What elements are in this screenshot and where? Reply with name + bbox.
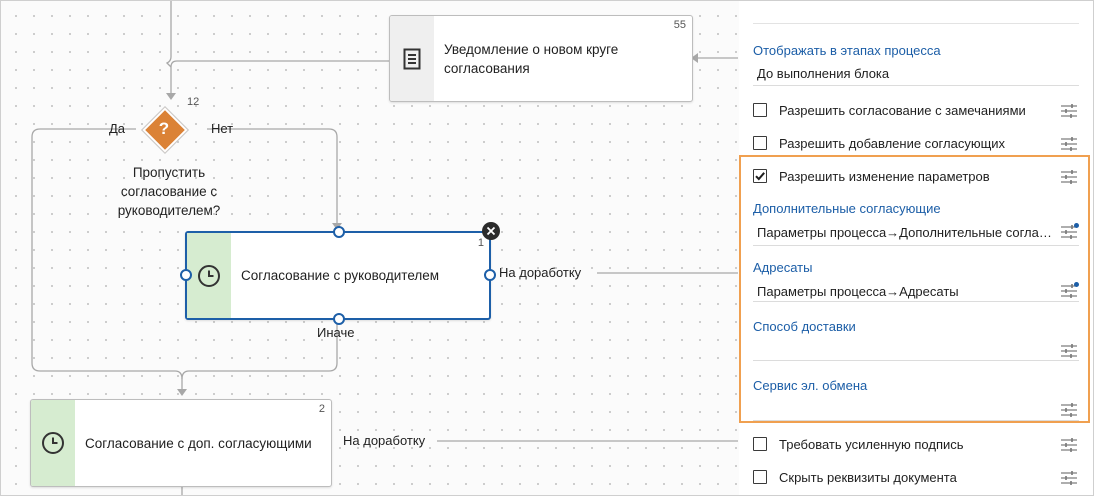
hide-doc-details-row[interactable]: Скрыть реквизиты документа bbox=[753, 467, 1079, 487]
port-right[interactable] bbox=[484, 269, 496, 281]
bottom-rework-label: На доработку bbox=[343, 433, 426, 448]
node-number: 1 bbox=[477, 237, 484, 249]
node-icon-strip bbox=[187, 233, 231, 318]
node-additional-approval[interactable]: Согласование с доп. согласующими 2 bbox=[30, 399, 332, 487]
wire-else bbox=[181, 321, 338, 380]
clock-icon bbox=[42, 432, 64, 454]
node-icon-strip bbox=[31, 400, 75, 486]
settings-sliders-icon[interactable] bbox=[1061, 137, 1077, 151]
settings-sliders-icon[interactable] bbox=[1061, 104, 1077, 118]
question-mark-icon: ? bbox=[158, 119, 170, 138]
hide-doc-details-checkbox[interactable] bbox=[753, 470, 767, 484]
checkbox-label: Разрешить добавление согласующих bbox=[779, 135, 1006, 151]
wire-notify-to-decision bbox=[170, 60, 389, 93]
checkbox-label: Требовать усиленную подпись bbox=[779, 436, 964, 452]
arrow-bottom bbox=[177, 389, 187, 396]
field-label: Отображать в этапах процесса bbox=[753, 43, 941, 58]
display-in-stages-field[interactable]: Отображать в этапах процесса До выполнен… bbox=[753, 43, 1079, 87]
close-icon bbox=[486, 226, 496, 236]
node-title: Уведомление о новом круге согласования bbox=[444, 41, 619, 76]
delete-node-button[interactable] bbox=[482, 222, 500, 240]
node-title: Согласование с руководителем bbox=[241, 268, 440, 283]
wire-incoming bbox=[165, 1, 172, 68]
highlight-frame bbox=[739, 155, 1090, 423]
clock-icon bbox=[198, 264, 220, 287]
decision-number: 12 bbox=[187, 96, 200, 108]
port-bottom[interactable] bbox=[333, 313, 345, 325]
allow-remarks-checkbox[interactable] bbox=[753, 103, 767, 117]
node-new-round-notification[interactable]: Уведомление о новом круге согласования 5… bbox=[389, 15, 693, 102]
port-left[interactable] bbox=[180, 269, 192, 281]
settings-sliders-icon[interactable] bbox=[1061, 438, 1077, 452]
node-title: Согласование с доп. согласующими bbox=[85, 435, 312, 451]
divider bbox=[753, 85, 1079, 86]
allow-remarks-row[interactable]: Разрешить согласование с замечаниями bbox=[753, 100, 1079, 120]
require-signature-checkbox[interactable] bbox=[753, 437, 767, 451]
selected-rework-label: На доработку bbox=[499, 265, 582, 280]
allow-add-approvers-row[interactable]: Разрешить добавление согласующих bbox=[753, 133, 1079, 153]
node-number: 55 bbox=[673, 19, 686, 31]
node-manager-approval[interactable]: Согласование с руководителем 1 bbox=[180, 222, 500, 325]
node-number: 2 bbox=[318, 403, 325, 415]
decision-no-label: Нет bbox=[211, 121, 234, 136]
document-icon bbox=[403, 48, 421, 69]
field-value[interactable]: До выполнения блока bbox=[757, 66, 1053, 81]
decision-yes-label: Да bbox=[109, 121, 126, 136]
allow-add-approvers-checkbox[interactable] bbox=[753, 136, 767, 150]
workflow-editor: Уведомление о новом круге согласования 5… bbox=[0, 0, 1094, 496]
process-canvas[interactable]: Уведомление о новом круге согласования 5… bbox=[1, 1, 739, 495]
port-top[interactable] bbox=[333, 226, 345, 238]
node-icon-strip bbox=[390, 16, 434, 101]
divider bbox=[753, 23, 1079, 24]
require-signature-row[interactable]: Требовать усиленную подпись bbox=[753, 434, 1079, 454]
arrow-decision bbox=[166, 93, 176, 100]
decision-node[interactable]: ? bbox=[140, 105, 190, 155]
checkbox-label: Скрыть реквизиты документа bbox=[779, 469, 957, 485]
selected-else-label: Иначе bbox=[317, 325, 355, 340]
settings-sliders-icon[interactable] bbox=[1061, 471, 1077, 485]
decision-question: Пропустить согласование с руководителем? bbox=[117, 165, 221, 218]
checkbox-label: Разрешить согласование с замечаниями bbox=[779, 102, 1026, 118]
